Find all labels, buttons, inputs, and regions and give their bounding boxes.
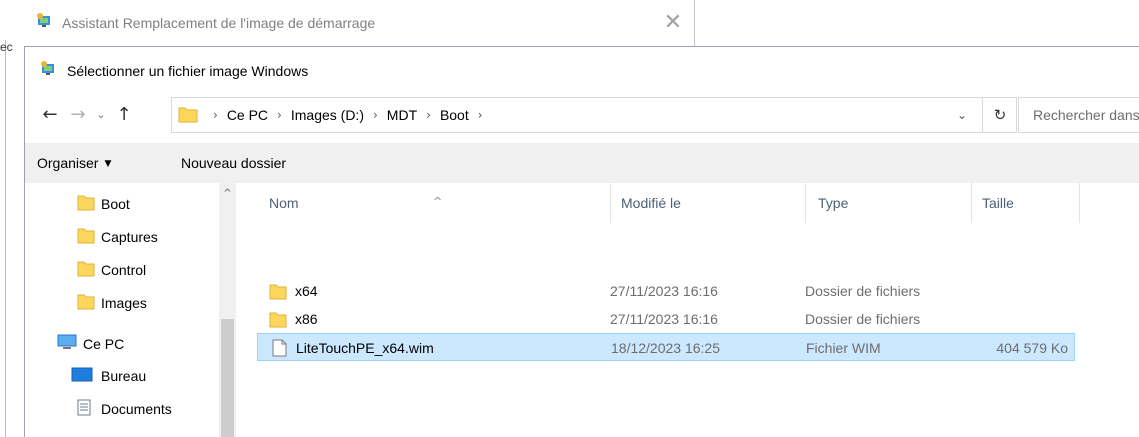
organize-menu-button[interactable]: Organiser ▼ — [37, 155, 111, 171]
breadcrumb: › Ce PC › Images (D:) › MDT › Boot › — [204, 107, 492, 123]
scroll-up-arrow-icon[interactable]: ^ — [219, 187, 236, 201]
dialog-app-icon — [41, 61, 54, 75]
column-header-size[interactable]: Taille — [982, 195, 1014, 211]
back-arrow-icon[interactable]: ← — [39, 104, 61, 126]
file-type: Fichier WIM — [806, 340, 881, 356]
wizard-app-icon — [37, 13, 50, 27]
folder-icon — [77, 261, 95, 277]
new-folder-button[interactable]: Nouveau dossier — [181, 155, 286, 171]
command-bar: Organiser ▼ Nouveau dossier — [25, 143, 1139, 183]
breadcrumb-ce-pc[interactable]: Ce PC — [227, 107, 268, 123]
background-window-border — [694, 0, 695, 46]
file-modified: 18/12/2023 16:25 — [611, 340, 720, 356]
file-modified: 27/11/2023 16:16 — [610, 311, 718, 327]
background-window-edge-text: ec — [0, 40, 13, 54]
search-input[interactable]: Rechercher dans : Boot — [1018, 97, 1139, 133]
column-divider[interactable] — [1079, 183, 1080, 223]
sidebar-item-label: Boot — [101, 196, 130, 212]
sidebar-item-label: Documents — [101, 401, 172, 417]
breadcrumb-boot[interactable]: Boot — [440, 107, 469, 123]
column-header-type[interactable]: Type — [818, 195, 848, 211]
column-header-modified[interactable]: Modifié le — [621, 195, 681, 211]
dialog-title: Sélectionner un fichier image Windows — [67, 63, 309, 79]
computer-icon — [57, 334, 77, 349]
desktop-icon — [71, 367, 93, 382]
recent-locations-chevron-icon[interactable]: ⌄ — [93, 104, 109, 126]
sidebar-item-label: Bureau — [101, 368, 147, 384]
up-arrow-icon[interactable]: ↑ — [113, 104, 135, 126]
refresh-button[interactable]: ↻ — [983, 97, 1017, 133]
sidebar-item-label: Captures — [101, 229, 158, 245]
address-dropdown-chevron-icon[interactable]: ⌄ — [954, 107, 970, 123]
file-name: LiteTouchPE_x64.wim — [296, 340, 434, 356]
file-name: x86 — [295, 311, 318, 327]
organize-label: Organiser — [37, 155, 99, 171]
address-bar[interactable]: › Ce PC › Images (D:) › MDT › Boot › ⌄ — [171, 97, 983, 133]
file-size: 404 579 Ko — [996, 340, 1068, 356]
sidebar-item-captures[interactable]: Captures — [25, 222, 215, 252]
table-row[interactable]: x86 27/11/2023 16:16 Dossier de fichiers — [257, 305, 1075, 333]
table-row-selected[interactable]: LiteTouchPE_x64.wim 18/12/2023 16:25 Fic… — [257, 333, 1075, 361]
file-modified: 27/11/2023 16:16 — [610, 283, 718, 299]
dropdown-caret-icon: ▼ — [104, 159, 112, 169]
column-divider[interactable] — [805, 183, 806, 223]
breadcrumb-images-drive[interactable]: Images (D:) — [291, 107, 364, 123]
breadcrumb-mdt[interactable]: MDT — [387, 107, 417, 123]
file-name: x64 — [295, 283, 318, 299]
navigation-scrollbar[interactable]: ^ — [219, 183, 236, 437]
file-open-dialog: Sélectionner un fichier image Windows ← … — [24, 46, 1139, 437]
folder-icon — [77, 195, 95, 211]
background-window-titlebar: Assistant Remplacement de l'image de dém… — [0, 0, 694, 46]
column-header-name[interactable]: Nom — [269, 195, 299, 211]
folder-icon — [77, 228, 95, 244]
sidebar-item-label: Control — [101, 262, 147, 278]
column-divider[interactable] — [971, 183, 972, 223]
folder-icon — [178, 107, 198, 123]
folder-icon — [269, 284, 287, 300]
scrollbar-thumb[interactable] — [221, 319, 234, 437]
table-row[interactable]: x64 27/11/2023 16:16 Dossier de fichiers — [257, 277, 1075, 305]
sidebar-item-documents[interactable]: Documents — [25, 394, 215, 424]
column-divider[interactable] — [610, 183, 611, 223]
sidebar-item-bureau[interactable]: Bureau — [25, 361, 215, 391]
file-type: Dossier de fichiers — [805, 311, 921, 327]
breadcrumb-separator-icon[interactable]: › — [478, 108, 483, 122]
navigation-pane: Boot Captures Control Images Ce PC Burea… — [25, 183, 241, 437]
forward-arrow-icon[interactable]: → — [67, 104, 89, 126]
search-placeholder: Rechercher dans : Boot — [1033, 107, 1139, 123]
documents-icon — [77, 399, 91, 416]
refresh-icon: ↻ — [993, 106, 1007, 124]
breadcrumb-separator-icon[interactable]: › — [426, 108, 431, 122]
sidebar-item-images[interactable]: Images — [25, 288, 215, 318]
sidebar-item-control[interactable]: Control — [25, 255, 215, 285]
breadcrumb-separator-icon[interactable]: › — [277, 108, 282, 122]
sidebar-item-ce-pc[interactable]: Ce PC — [25, 329, 215, 359]
sidebar-item-label: Ce PC — [83, 336, 125, 352]
sort-ascending-icon: ^ — [433, 195, 443, 208]
file-type: Dossier de fichiers — [805, 283, 921, 299]
file-icon — [272, 339, 287, 357]
folder-icon — [77, 294, 95, 310]
column-header-row: ^ Nom Modifié le Type Taille — [241, 183, 1139, 223]
breadcrumb-separator-icon[interactable]: › — [213, 108, 218, 122]
background-window-left-border — [5, 40, 6, 437]
sidebar-item-label: Images — [101, 295, 147, 311]
sidebar-item-boot[interactable]: Boot — [25, 189, 215, 219]
file-list: ^ Nom Modifié le Type Taille x64 27/11/2… — [241, 183, 1139, 437]
background-window-title: Assistant Remplacement de l'image de dém… — [62, 15, 376, 31]
close-icon[interactable]: ✕ — [658, 8, 688, 38]
folder-icon — [269, 312, 287, 328]
breadcrumb-separator-icon[interactable]: › — [373, 108, 378, 122]
